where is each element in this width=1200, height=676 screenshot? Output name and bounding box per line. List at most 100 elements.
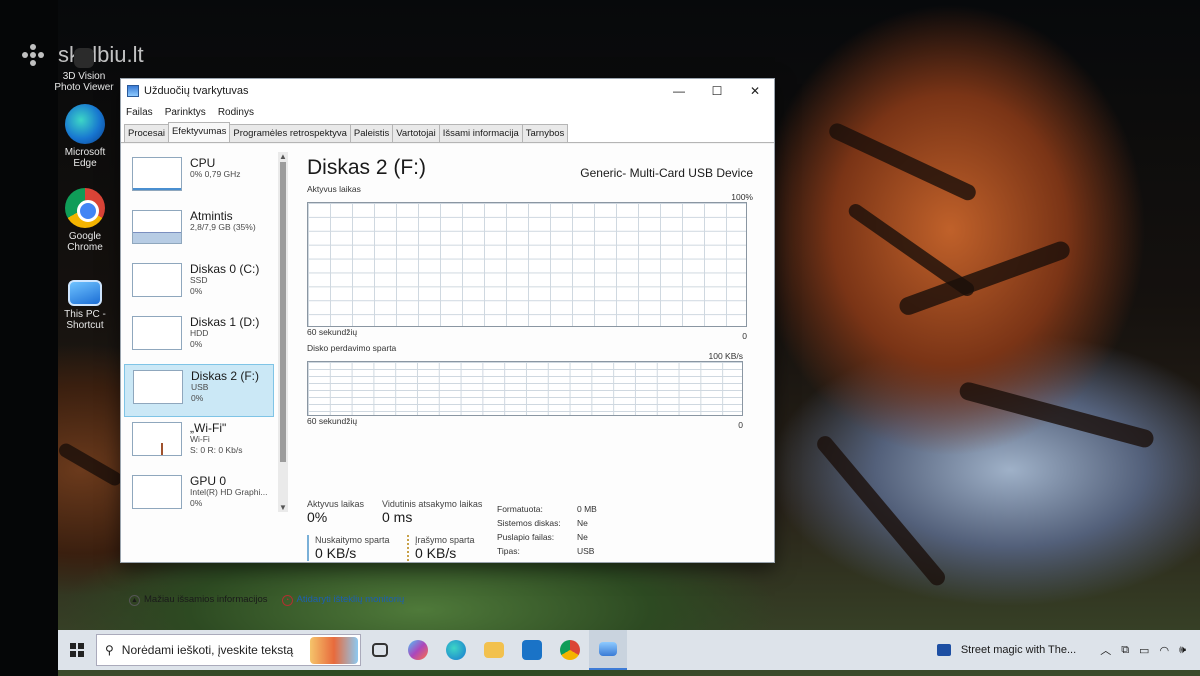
prop-page-file-key: Puslapio failas: [497, 532, 555, 542]
resource-wifi[interactable]: „Wi-Fi" Wi-Fi S: 0 R: 0 Kb/s [124, 417, 274, 470]
resource-name: Diskas 1 (D:) [190, 315, 260, 329]
performance-pane: CPU 0% 0,79 GHz Atmintis 2,8/7,9 GB (35%) … [121, 144, 774, 606]
task-view-button[interactable] [361, 630, 399, 670]
media-title[interactable]: Street magic with The... [961, 644, 1076, 656]
memory-mini-graph [132, 210, 182, 244]
resource-name: „Wi-Fi" [190, 421, 227, 435]
menu-file[interactable]: Failas [126, 107, 153, 118]
tab-app-history[interactable]: Programėles retrospektyva [229, 124, 351, 142]
computer-icon [68, 280, 102, 306]
resource-gpu[interactable]: GPU 0 Intel(R) HD Graphi... 0% [124, 470, 274, 517]
scroll-down-icon[interactable]: ▼ [278, 503, 288, 512]
resource-detail: HDD [190, 328, 209, 338]
menu-options[interactable]: Parinktys [165, 107, 206, 118]
photo-viewer-icon [74, 48, 94, 68]
prop-system-disk-value: Ne [577, 518, 588, 528]
resource-detail: USB [191, 382, 209, 392]
resource-disk-0[interactable]: Diskas 0 (C:) SSD 0% [124, 258, 274, 311]
volume-icon[interactable]: 🕪 [1179, 644, 1186, 657]
taskbar-search[interactable]: ⚲ Norėdami ieškoti, įveskite tekstą [96, 634, 361, 666]
file-explorer-button[interactable] [475, 630, 513, 670]
display-icon[interactable]: ⧉ [1121, 644, 1129, 657]
prop-type-value: USB [577, 546, 595, 556]
menu-view[interactable]: Rodinys [218, 107, 254, 118]
transfer-rate-graph [307, 361, 743, 416]
desktop-icon-photo-viewer[interactable]: 3D Vision Photo Viewer [52, 48, 116, 93]
prop-page-file-value: Ne [577, 532, 588, 542]
disk-detail-panel: Diskas 2 (F:) Generic- Multi-Card USB De… [307, 156, 753, 430]
resource-monitor-link[interactable]: ◔ Atidaryti išteklių monitorių [281, 594, 404, 606]
resource-memory[interactable]: Atmintis 2,8/7,9 GB (35%) [124, 205, 274, 258]
desktop-icon-this-pc[interactable]: This PC - Shortcut [53, 272, 117, 331]
sidebar-scrollbar[interactable]: ▲ ▼ [278, 152, 288, 512]
close-button[interactable]: ✕ [736, 79, 774, 103]
read-speed-value: 0 KB/s [315, 545, 357, 561]
desktop-icon-edge[interactable]: Microsoft Edge [53, 104, 117, 169]
write-speed-label: Įrašymo sparta [415, 535, 475, 545]
tab-services[interactable]: Tarnybos [521, 124, 569, 142]
outlook-button[interactable] [513, 630, 551, 670]
scroll-up-icon[interactable]: ▲ [278, 152, 288, 161]
start-button[interactable] [58, 643, 96, 657]
title-bar[interactable]: Užduočių tvarkytuvas — ☐ ✕ [121, 79, 774, 103]
maximize-button[interactable]: ☐ [698, 79, 736, 103]
tab-performance[interactable]: Efektyvumas [167, 122, 231, 142]
desktop-icon-chrome[interactable]: Google Chrome [53, 188, 117, 253]
wifi-icon[interactable]: ◠ [1159, 644, 1169, 657]
tab-details[interactable]: Išsami informacija [438, 124, 523, 142]
cpu-mini-graph [132, 157, 182, 191]
task-manager-icon [599, 642, 617, 656]
fewer-details-label: Mažiau išsamios informacijos [144, 594, 268, 605]
response-time-label: Vidutinis atsakymo laikas [382, 499, 483, 509]
resource-name: Diskas 2 (F:) [191, 369, 260, 383]
menu-bar: Failas Parinktys Rodinys [121, 103, 774, 121]
active-time-label: Aktyvus laikas [307, 499, 365, 509]
search-highlight-icon [310, 637, 358, 664]
folder-icon [484, 642, 504, 658]
tiger-stripe [826, 120, 979, 203]
taskbar-edge-button[interactable] [437, 630, 475, 670]
prop-formatted-key: Formatuota: [497, 504, 543, 514]
fewer-details-button[interactable]: ▲ Mažiau išsamios informacijos [129, 594, 268, 606]
tab-users[interactable]: Vartotojai [392, 124, 440, 142]
active-time-value: 0% [307, 509, 328, 525]
battery-icon[interactable]: ▭ [1139, 644, 1149, 657]
media-play-icon[interactable] [936, 644, 951, 656]
copilot-button[interactable] [399, 630, 437, 670]
tab-processes[interactable]: Procesai [124, 124, 169, 142]
chevron-up-icon[interactable]: ︿ [1100, 642, 1111, 658]
resource-disk-1[interactable]: Diskas 1 (D:) HDD 0% [124, 311, 274, 364]
resource-cpu[interactable]: CPU 0% 0,79 GHz [124, 152, 274, 205]
edge-icon [65, 104, 105, 144]
resource-usage: 0% [190, 286, 203, 296]
disk-2-mini-graph [133, 370, 183, 404]
resource-usage: 0% [191, 393, 204, 403]
tiger-stripe [813, 432, 949, 589]
minimize-button[interactable]: — [660, 79, 698, 103]
taskbar: ⚲ Norėdami ieškoti, įveskite tekstą Stre… [58, 630, 1200, 670]
resource-list: CPU 0% 0,79 GHz Atmintis 2,8/7,9 GB (35%) … [124, 152, 274, 517]
graph2-max: 100 KB/s [708, 351, 744, 361]
resource-detail: Intel(R) HD Graphi... [190, 487, 268, 497]
edge-icon [446, 640, 466, 660]
search-placeholder: Norėdami ieškoti, įveskite tekstą [121, 643, 294, 657]
graph2-time: 60 sekundžių [307, 416, 358, 426]
resource-disk-2[interactable]: Diskas 2 (F:) USB 0% [124, 364, 274, 417]
resource-name: Atmintis [190, 209, 233, 223]
resource-usage: 0% [190, 498, 203, 508]
task-manager-taskbar-button[interactable] [589, 630, 627, 670]
resource-usage: 0% [190, 339, 203, 349]
copilot-icon [408, 640, 428, 660]
tab-startup[interactable]: Paleistis [349, 124, 394, 142]
window-title: Užduočių tvarkytuvas [144, 85, 249, 97]
resource-name: CPU [190, 156, 216, 170]
chrome-icon [560, 640, 580, 660]
scrollbar-thumb[interactable] [280, 162, 286, 462]
resource-detail: Wi-Fi [190, 434, 210, 444]
windows-logo-icon [70, 643, 84, 657]
prop-formatted-value: 0 MB [577, 504, 597, 514]
graph1-label: Aktyvus laikas [307, 184, 361, 194]
desktop-icon-label: Microsoft Edge [64, 147, 106, 169]
taskbar-chrome-button[interactable] [551, 630, 589, 670]
watermark-logo-icon [22, 44, 52, 66]
